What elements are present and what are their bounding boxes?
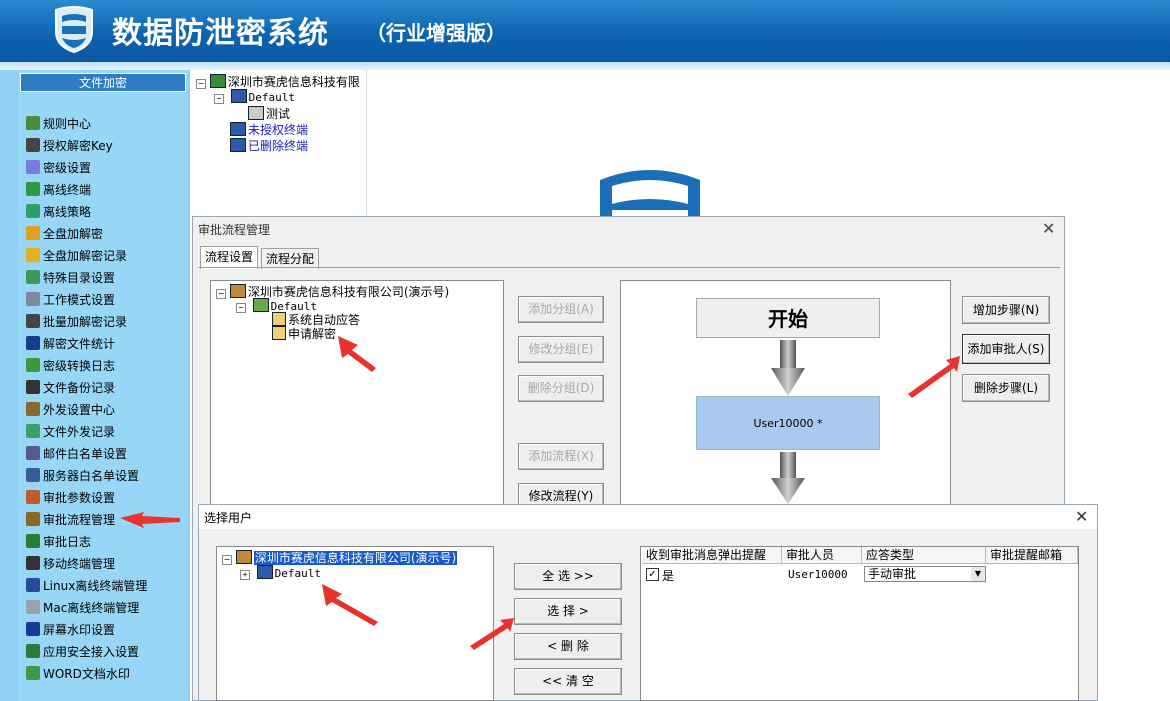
arrow-annotation-icon: [338, 336, 376, 372]
arrow-annotation-icon: [908, 356, 960, 398]
annotation-arrows: [120, 336, 960, 650]
arrow-annotation-icon: [120, 512, 180, 528]
arrow-annotation-icon: [322, 584, 378, 626]
arrow-annotation-icon: [470, 618, 514, 650]
